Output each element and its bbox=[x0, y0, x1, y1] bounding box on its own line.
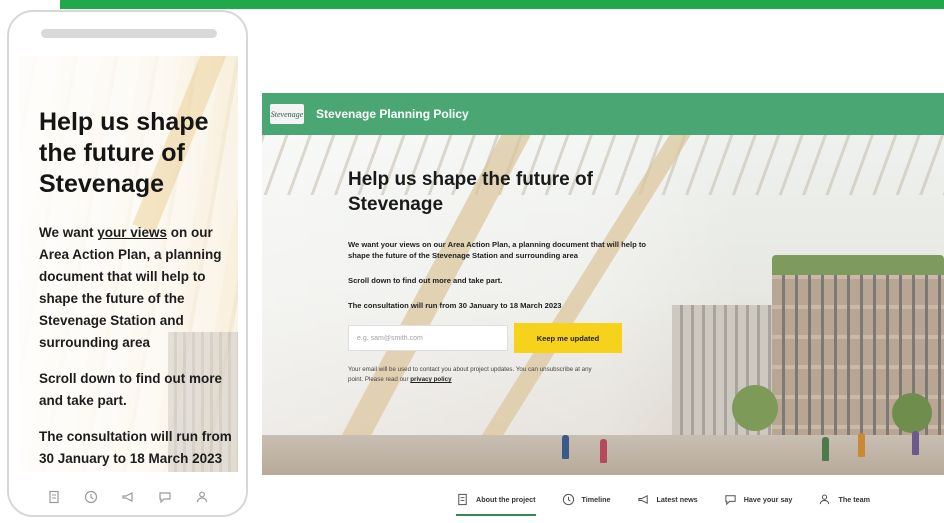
clock-icon[interactable] bbox=[83, 489, 99, 505]
nav-about-the-project[interactable]: About the project bbox=[456, 486, 536, 516]
nav-timeline[interactable]: Timeline bbox=[562, 486, 611, 512]
intro-text: We want your views on our Area Action Pl… bbox=[348, 240, 647, 260]
site-header: Stevenage Stevenage Planning Policy bbox=[262, 93, 944, 135]
hero-image-person bbox=[912, 431, 919, 455]
mobile-consultation-text: The consultation will run from 30 Januar… bbox=[39, 429, 232, 466]
email-disclaimer: Your email will be used to contact you a… bbox=[348, 365, 598, 385]
keep-me-updated-button[interactable]: Keep me updated bbox=[514, 323, 622, 353]
mobile-tab-bar bbox=[9, 482, 246, 512]
nav-label: Timeline bbox=[581, 494, 611, 504]
mobile-intro-suffix: on our Area Action Plan, a planning docu… bbox=[39, 225, 222, 350]
nav-latest-news[interactable]: Latest news bbox=[637, 486, 698, 512]
megaphone-icon[interactable] bbox=[120, 489, 136, 505]
speech-bubble-icon[interactable] bbox=[157, 489, 173, 505]
nav-label: About the project bbox=[476, 494, 536, 504]
mobile-page-title: Help us shape the future of Stevenage bbox=[39, 108, 209, 198]
email-field[interactable] bbox=[348, 325, 508, 351]
scroll-text: Scroll down to find out more and take pa… bbox=[348, 276, 503, 285]
nav-the-team[interactable]: The team bbox=[818, 486, 870, 512]
top-accent-stripe bbox=[60, 0, 944, 9]
document-icon bbox=[458, 493, 467, 505]
hero-image-person bbox=[822, 437, 829, 461]
mobile-mockup: Help us shape the future of Stevenage We… bbox=[7, 10, 248, 517]
section-nav: About the project Timeline Latest news H… bbox=[262, 475, 944, 523]
privacy-policy-link[interactable]: privacy policy bbox=[410, 376, 451, 383]
consultation-text: The consultation will run from 30 Januar… bbox=[348, 301, 562, 310]
mobile-intro-text: We want your views on our Area Action Pl… bbox=[39, 222, 234, 354]
desktop-mockup: Stevenage Stevenage Planning Policy Help… bbox=[262, 93, 944, 523]
mobile-intro-highlight: your views bbox=[97, 225, 168, 240]
page-title: Help us shape the future of Stevenage bbox=[348, 169, 593, 215]
nav-label: Have your say bbox=[743, 494, 793, 504]
hero-image-green-roof bbox=[772, 255, 944, 277]
clock-icon bbox=[562, 493, 574, 505]
nav-label: Latest news bbox=[656, 494, 698, 504]
people-icon[interactable] bbox=[194, 489, 210, 505]
stevenage-logo[interactable]: Stevenage bbox=[270, 104, 304, 124]
nav-have-your-say[interactable]: Have your say bbox=[724, 486, 793, 512]
megaphone-icon bbox=[637, 494, 648, 504]
hero-image-person bbox=[858, 433, 865, 457]
hero-image-tree bbox=[732, 385, 778, 431]
hero-image-tree bbox=[892, 393, 932, 433]
phone-speaker-bar bbox=[41, 29, 217, 38]
desktop-hero: Help us shape the future of Stevenage We… bbox=[262, 135, 944, 475]
document-icon[interactable] bbox=[46, 489, 62, 505]
email-signup-form: Keep me updated bbox=[348, 323, 658, 353]
speech-bubble-icon bbox=[725, 494, 736, 505]
site-title[interactable]: Stevenage Planning Policy bbox=[316, 107, 469, 121]
mobile-scroll-text: Scroll down to find out more and take pa… bbox=[39, 371, 222, 408]
nav-label: The team bbox=[838, 494, 870, 504]
desktop-hero-content: Help us shape the future of Stevenage We… bbox=[348, 167, 658, 385]
hero-image-building-left bbox=[672, 305, 772, 455]
mobile-intro-prefix: We want bbox=[39, 225, 98, 240]
disclaimer-text: Your email will be used to contact you a… bbox=[348, 366, 592, 383]
people-icon bbox=[820, 494, 830, 504]
hero-image-person bbox=[562, 435, 569, 459]
hero-image-person bbox=[600, 439, 607, 463]
mobile-hero-content: Help us shape the future of Stevenage We… bbox=[39, 107, 234, 484]
